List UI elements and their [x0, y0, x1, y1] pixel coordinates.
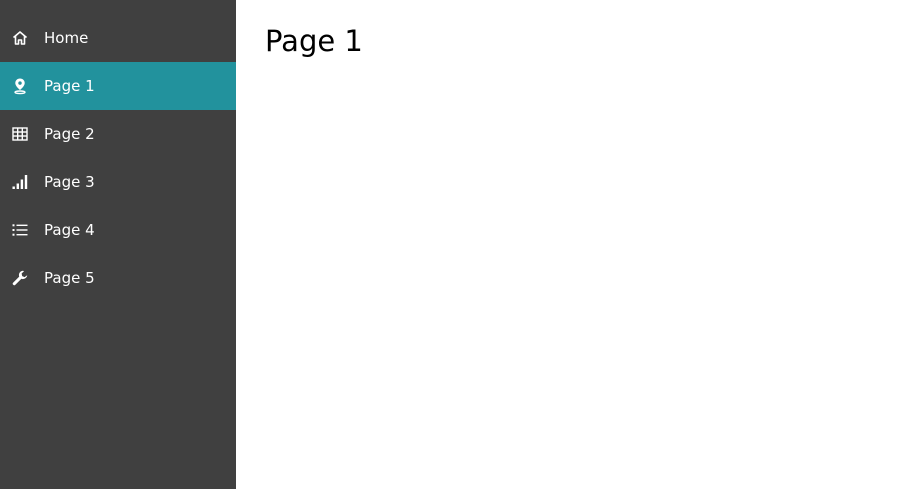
sidebar-item-label: Page 5: [44, 269, 95, 287]
sidebar-item-label: Page 1: [44, 77, 95, 95]
sidebar-item-page-2[interactable]: Page 2: [0, 110, 236, 158]
table-grid-icon: [11, 125, 29, 143]
sidebar-item-label: Page 3: [44, 173, 95, 191]
sidebar-item-page-5[interactable]: Page 5: [0, 254, 236, 302]
sidebar-item-page-4[interactable]: Page 4: [0, 206, 236, 254]
sidebar-nav: Home Page 1 Page 2 Page 3 Page 4 Page 5: [0, 0, 236, 489]
signal-bars-icon: [11, 173, 29, 191]
page-title: Page 1: [265, 24, 363, 58]
sidebar-item-page-3[interactable]: Page 3: [0, 158, 236, 206]
list-icon: [11, 221, 29, 239]
map-pin-icon: [11, 77, 29, 95]
sidebar-item-page-1[interactable]: Page 1: [0, 62, 236, 110]
sidebar-item-home[interactable]: Home: [0, 14, 236, 62]
sidebar-item-label: Page 4: [44, 221, 95, 239]
app-window: Home Page 1 Page 2 Page 3 Page 4 Page 5 …: [0, 0, 910, 491]
sidebar-item-label: Home: [44, 29, 89, 47]
home-icon: [11, 29, 29, 47]
sidebar-item-label: Page 2: [44, 125, 95, 143]
main-content: Page 1: [236, 0, 910, 489]
wrench-icon: [11, 269, 29, 287]
